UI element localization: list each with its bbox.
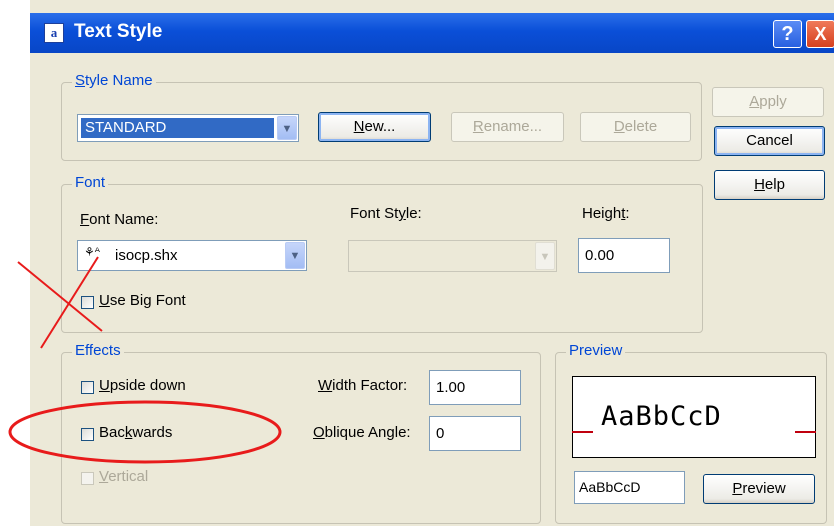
vertical-checkbox[interactable] xyxy=(81,472,94,485)
vertical-label: Vertical xyxy=(99,468,149,485)
dialog-title: Text Style xyxy=(74,21,163,42)
preview-legend: Preview xyxy=(566,342,626,359)
font-style-select[interactable]: ▼ xyxy=(348,240,557,272)
style-name-legend: Style Name xyxy=(72,72,156,89)
style-name-selected: STANDARD xyxy=(81,118,274,138)
text-style-app-icon: a xyxy=(44,23,64,43)
backwards-label: Backwards xyxy=(99,424,173,441)
font-legend: Font xyxy=(72,174,109,191)
use-big-font-label: Use Big Font xyxy=(99,292,186,309)
font-style-label: Font Style: xyxy=(350,205,422,222)
cancel-button[interactable]: Cancel xyxy=(714,126,825,156)
chevron-down-icon[interactable]: ▼ xyxy=(277,116,297,140)
help-button[interactable]: Help xyxy=(714,170,825,200)
preview-text-input[interactable]: AaBbCcD xyxy=(574,471,685,504)
rename-style-button[interactable]: Rename... xyxy=(451,112,564,142)
width-factor-input[interactable]: 1.00 xyxy=(429,370,521,405)
baseline-marker-right xyxy=(795,431,816,433)
baseline-marker-left xyxy=(572,431,593,433)
preview-sample-text: AaBbCcD xyxy=(601,401,722,432)
use-big-font-checkbox[interactable] xyxy=(81,296,94,309)
font-name-label: Font Name: xyxy=(80,211,159,228)
truetype-font-icon: ⚘ᴬ xyxy=(84,245,100,259)
backwards-checkbox[interactable] xyxy=(81,428,94,441)
style-name-select[interactable]: STANDARD ▼ xyxy=(77,114,299,142)
title-bar: a Text Style ? X xyxy=(30,13,834,53)
font-name-value: isocp.shx xyxy=(115,247,178,264)
font-name-select[interactable]: ⚘ᴬ isocp.shx ▼ xyxy=(77,240,307,271)
title-close-button[interactable]: X xyxy=(806,20,834,48)
delete-style-button[interactable]: Delete xyxy=(580,112,691,142)
title-help-button[interactable]: ? xyxy=(773,20,802,48)
preview-display: AaBbCcD xyxy=(572,376,816,458)
chevron-down-icon[interactable]: ▼ xyxy=(285,242,305,269)
upside-down-checkbox[interactable] xyxy=(81,381,94,394)
height-label: Height: xyxy=(582,205,630,222)
upside-down-label: Upside down xyxy=(99,377,186,394)
new-style-button[interactable]: New... xyxy=(318,112,431,142)
effects-legend: Effects xyxy=(72,342,124,359)
height-input[interactable]: 0.00 xyxy=(578,238,670,273)
apply-button[interactable]: Apply xyxy=(712,87,824,117)
oblique-angle-label: Oblique Angle: xyxy=(313,424,411,441)
chevron-down-icon: ▼ xyxy=(535,242,555,270)
preview-button[interactable]: Preview xyxy=(703,474,815,504)
oblique-angle-input[interactable]: 0 xyxy=(429,416,521,451)
width-factor-label: Width Factor: xyxy=(318,377,408,394)
